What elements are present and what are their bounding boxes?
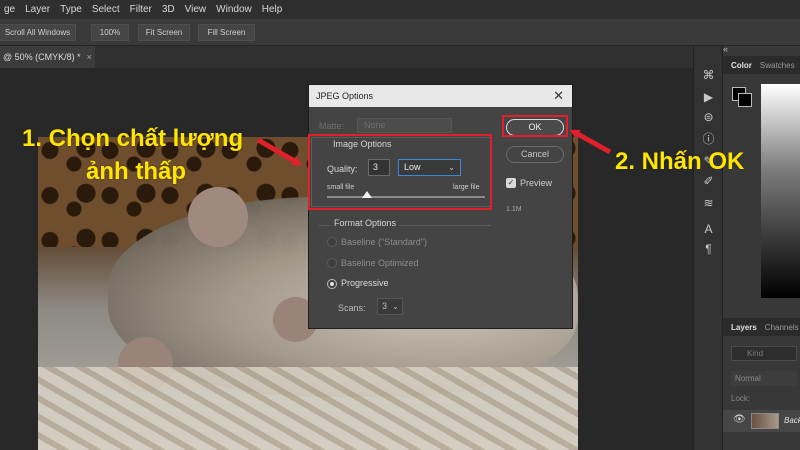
arrow-to-quality — [256, 137, 303, 166]
annotation-arrows — [256, 129, 612, 166]
step2-annotation: 2. Nhấn OK — [615, 148, 745, 175]
arrow-to-ok — [569, 129, 612, 155]
step1-annotation-line2: ảnh thấp — [86, 158, 186, 185]
step1-annotation-line1: 1. Chọn chất lượng — [22, 125, 244, 152]
